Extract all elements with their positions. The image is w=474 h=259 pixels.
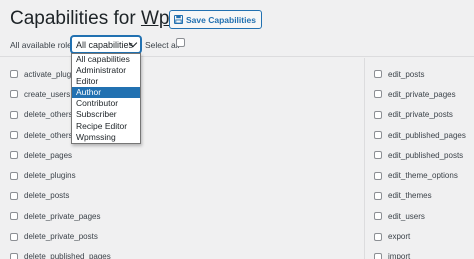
capability-checkbox[interactable] xyxy=(10,232,18,241)
capability-item: import xyxy=(374,247,466,259)
capability-checkbox[interactable] xyxy=(374,70,382,79)
capability-checkbox[interactable] xyxy=(374,252,382,259)
capability-checkbox[interactable] xyxy=(10,212,18,221)
capability-label: edit_published_pages xyxy=(388,130,466,140)
capability-item: edit_published_pages xyxy=(374,125,466,145)
capability-checkbox[interactable] xyxy=(374,110,382,119)
column-divider xyxy=(364,58,365,259)
capability-item: edit_themes xyxy=(374,186,466,206)
capability-item: edit_theme_options xyxy=(374,165,466,185)
capability-checkbox[interactable] xyxy=(10,70,18,79)
dropdown-option[interactable]: All capabilities xyxy=(72,54,140,65)
dropdown-option[interactable]: Editor xyxy=(72,76,140,87)
capability-label: edit_private_pages xyxy=(388,89,456,99)
dropdown-option[interactable]: Subscriber xyxy=(72,109,140,120)
capability-checkbox[interactable] xyxy=(10,131,18,140)
page-title-prefix: Capabilities for xyxy=(10,8,136,29)
capability-checkbox[interactable] xyxy=(10,90,18,99)
select-all-label: Select all xyxy=(145,40,180,50)
dropdown-option[interactable]: Author xyxy=(72,87,140,99)
capability-label: delete_pages xyxy=(24,150,73,160)
capability-checkbox[interactable] xyxy=(10,171,18,180)
roles-select[interactable]: All capabilities xyxy=(71,36,141,53)
save-capabilities-label: Save Capabilities xyxy=(186,14,256,25)
capability-checkbox[interactable] xyxy=(374,212,382,221)
capability-label: delete_published_pages xyxy=(24,252,111,259)
capability-checkbox[interactable] xyxy=(374,232,382,241)
capability-item: edit_private_posts xyxy=(374,105,466,125)
capability-label: edit_theme_options xyxy=(388,171,458,181)
capability-label: delete_posts xyxy=(24,191,70,201)
select-all-checkbox[interactable] xyxy=(176,38,185,47)
capability-checkbox[interactable] xyxy=(374,151,382,160)
save-capabilities-button[interactable]: Save Capabilities xyxy=(169,10,262,29)
capability-item: delete_published_pages xyxy=(10,247,111,259)
dropdown-option[interactable]: Recipe Editor xyxy=(72,121,140,132)
roles-filter-label: All available roles xyxy=(10,40,77,50)
capability-checkbox[interactable] xyxy=(374,171,382,180)
dropdown-option[interactable]: Wpmssing xyxy=(72,132,140,143)
capability-checkbox[interactable] xyxy=(10,191,18,200)
capability-checkbox[interactable] xyxy=(10,151,18,160)
capability-label: delete_plugins xyxy=(24,171,76,181)
capability-label: import xyxy=(388,252,411,259)
capability-label: edit_private_posts xyxy=(388,110,453,120)
capability-label: edit_published_posts xyxy=(388,150,464,160)
capability-item: delete_pages xyxy=(10,145,111,165)
capability-checkbox[interactable] xyxy=(374,191,382,200)
capability-item: delete_private_pages xyxy=(10,206,111,226)
capability-label: delete_private_pages xyxy=(24,211,101,221)
capability-checkbox[interactable] xyxy=(10,252,18,259)
capability-label: export xyxy=(388,232,411,242)
capability-item: edit_users xyxy=(374,206,466,226)
roles-dropdown-list: All capabilities Administrator Editor Autho… xyxy=(71,53,141,144)
capability-label: delete_others_ xyxy=(24,110,77,120)
capability-checkbox[interactable] xyxy=(374,90,382,99)
capability-checkbox[interactable] xyxy=(374,131,382,140)
capability-item: edit_private_pages xyxy=(374,84,466,104)
roles-select-value: All capabilities xyxy=(76,39,134,50)
capability-label: edit_users xyxy=(388,211,425,221)
capability-item: delete_plugins xyxy=(10,165,111,185)
capability-item: delete_private_posts xyxy=(10,226,111,246)
capability-label: edit_posts xyxy=(388,69,425,79)
capability-label: create_users xyxy=(24,89,71,99)
dropdown-option[interactable]: Contributor xyxy=(72,98,140,109)
capability-label: delete_others_ xyxy=(24,130,77,140)
dropdown-option[interactable]: Administrator xyxy=(72,65,140,76)
capability-item: edit_posts xyxy=(374,64,466,84)
capabilities-column-right: edit_posts edit_private_pages edit_private… xyxy=(374,64,466,259)
capability-checkbox[interactable] xyxy=(10,110,18,119)
capability-label: edit_themes xyxy=(388,191,432,201)
capability-item: edit_published_posts xyxy=(374,145,466,165)
capability-label: delete_private_posts xyxy=(24,232,98,242)
capability-item: delete_posts xyxy=(10,186,111,206)
save-icon xyxy=(173,14,184,25)
capability-item: export xyxy=(374,226,466,246)
